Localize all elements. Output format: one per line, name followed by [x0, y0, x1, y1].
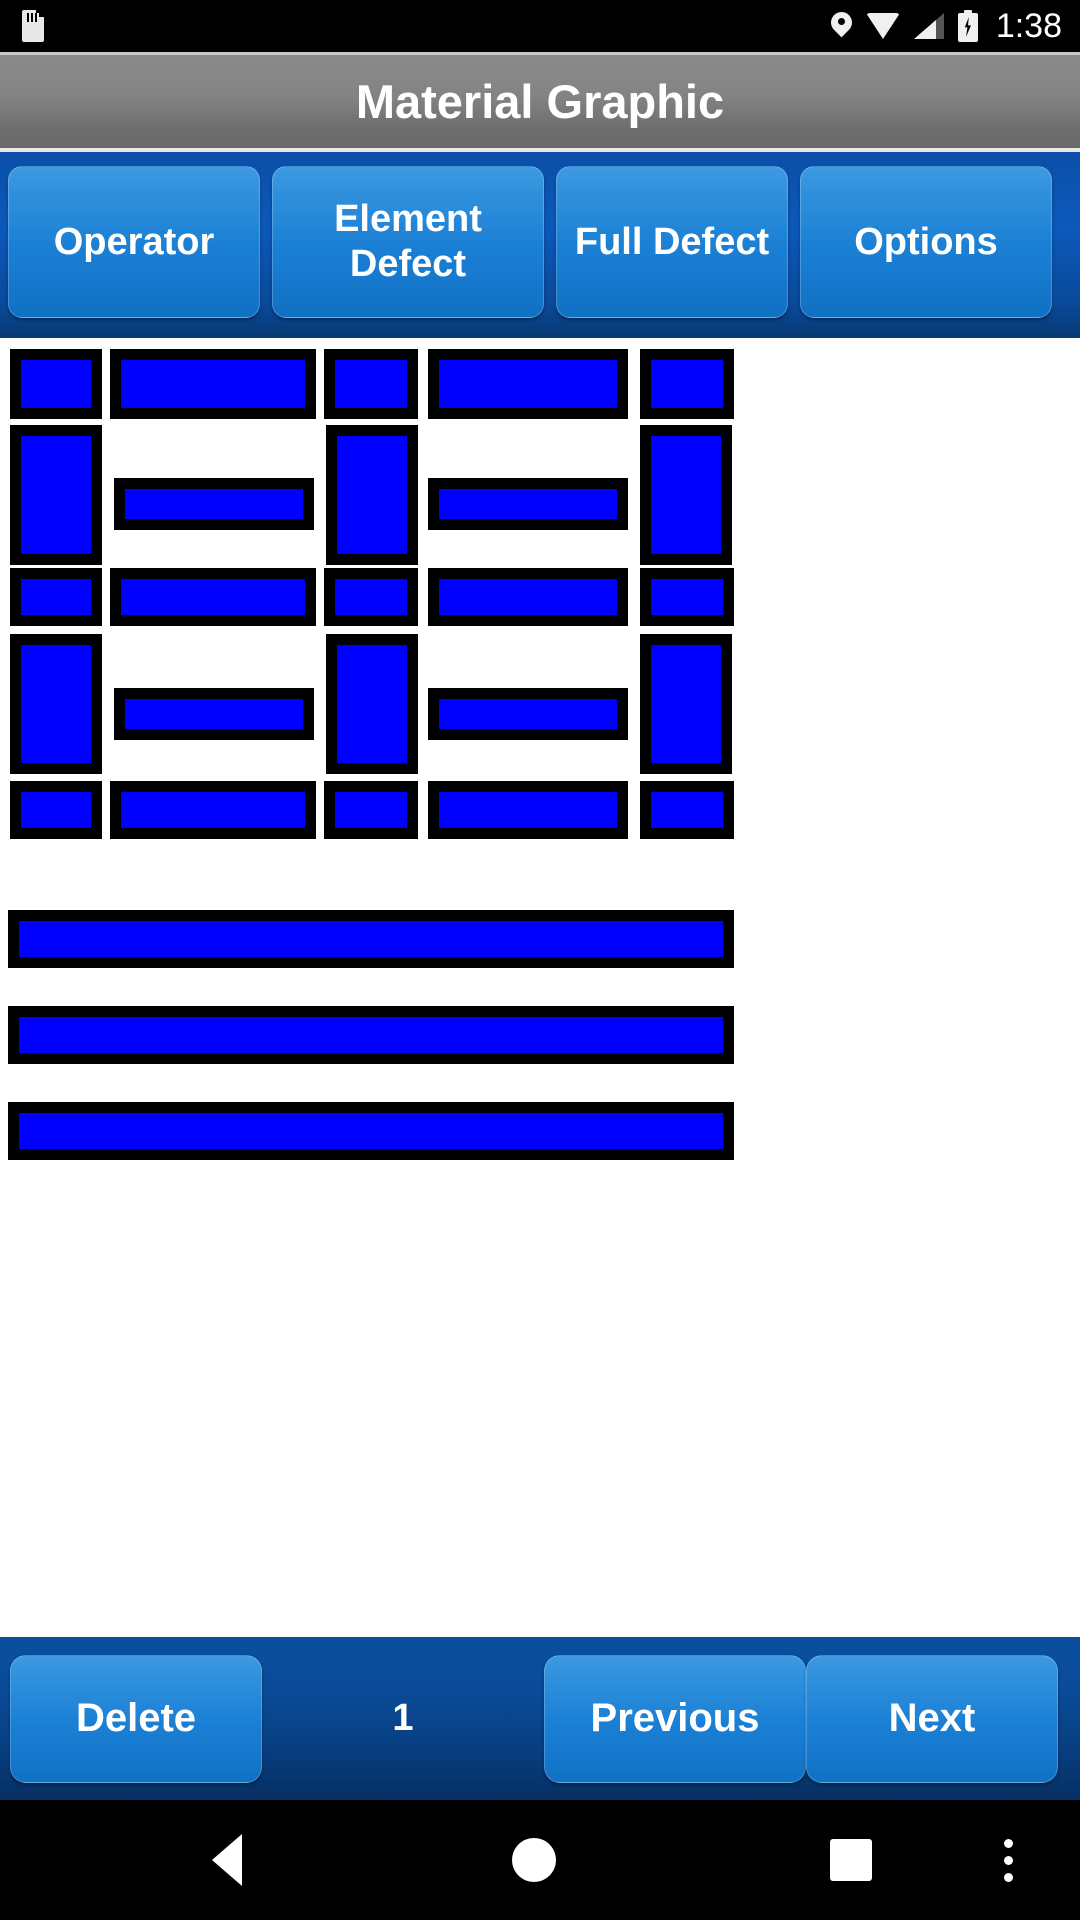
status-bar-left [0, 10, 44, 42]
material-graphic-canvas[interactable] [0, 338, 1080, 1638]
graphic-cell[interactable] [428, 478, 628, 530]
graphic-cell[interactable] [640, 634, 732, 774]
battery-charging-icon [957, 10, 978, 42]
graphic-cell[interactable] [324, 349, 418, 419]
graphic-cell[interactable] [640, 349, 734, 419]
recents-icon[interactable] [830, 1839, 872, 1881]
status-bar-clock: 1:38 [995, 6, 1062, 45]
graphic-cell[interactable] [324, 781, 418, 839]
graphic-cell[interactable] [114, 478, 314, 530]
graphic-cell[interactable] [114, 688, 314, 740]
app-title-bar: Material Graphic [0, 52, 1080, 148]
graphic-cell[interactable] [110, 349, 316, 419]
back-icon[interactable] [212, 1834, 242, 1886]
next-button[interactable]: Next [806, 1654, 1058, 1783]
status-bar: 1:38 [0, 0, 1080, 52]
graphic-cell[interactable] [428, 349, 628, 419]
location-icon [826, 7, 857, 41]
tab-bar: Operator Element Defect Full Defect Opti… [0, 148, 1080, 338]
sd-card-icon [22, 10, 44, 42]
page-number-label: 1 [392, 1697, 414, 1739]
tab-element-defect[interactable]: Element Defect [272, 166, 544, 318]
graphic-cell[interactable] [640, 568, 734, 626]
graphic-cell[interactable] [428, 568, 628, 626]
tab-options[interactable]: Options [800, 166, 1052, 318]
bottom-action-bar: Delete 1 Previous Next [0, 1637, 1080, 1800]
graphic-cell[interactable] [428, 688, 628, 740]
graphic-bar[interactable] [8, 1006, 734, 1064]
graphic-cell[interactable] [326, 425, 418, 565]
wifi-icon [865, 13, 900, 39]
delete-button[interactable]: Delete [10, 1654, 262, 1783]
graphic-cell[interactable] [10, 425, 102, 565]
graphic-cell[interactable] [110, 568, 316, 626]
overflow-menu-icon[interactable] [1004, 1838, 1013, 1882]
graphic-cell[interactable] [10, 349, 102, 419]
graphic-cell[interactable] [10, 634, 102, 774]
graphic-cell[interactable] [326, 634, 418, 774]
graphic-cell[interactable] [110, 781, 316, 839]
home-icon[interactable] [512, 1838, 556, 1882]
previous-button[interactable]: Previous [544, 1654, 806, 1783]
tab-full-defect[interactable]: Full Defect [556, 166, 788, 318]
android-navigation-bar [0, 1800, 1080, 1920]
graphic-cell[interactable] [10, 781, 102, 839]
graphic-cell[interactable] [10, 568, 102, 626]
graphic-cell[interactable] [428, 781, 628, 839]
graphic-bar[interactable] [8, 1102, 734, 1160]
graphic-cell[interactable] [640, 781, 734, 839]
tab-operator[interactable]: Operator [8, 166, 260, 318]
graphic-cell[interactable] [324, 568, 418, 626]
page-title: Material Graphic [355, 75, 725, 128]
graphic-cell[interactable] [640, 425, 732, 565]
cell-signal-icon [913, 13, 944, 39]
status-bar-right: 1:38 [826, 0, 1062, 52]
graphic-bar[interactable] [8, 910, 734, 968]
